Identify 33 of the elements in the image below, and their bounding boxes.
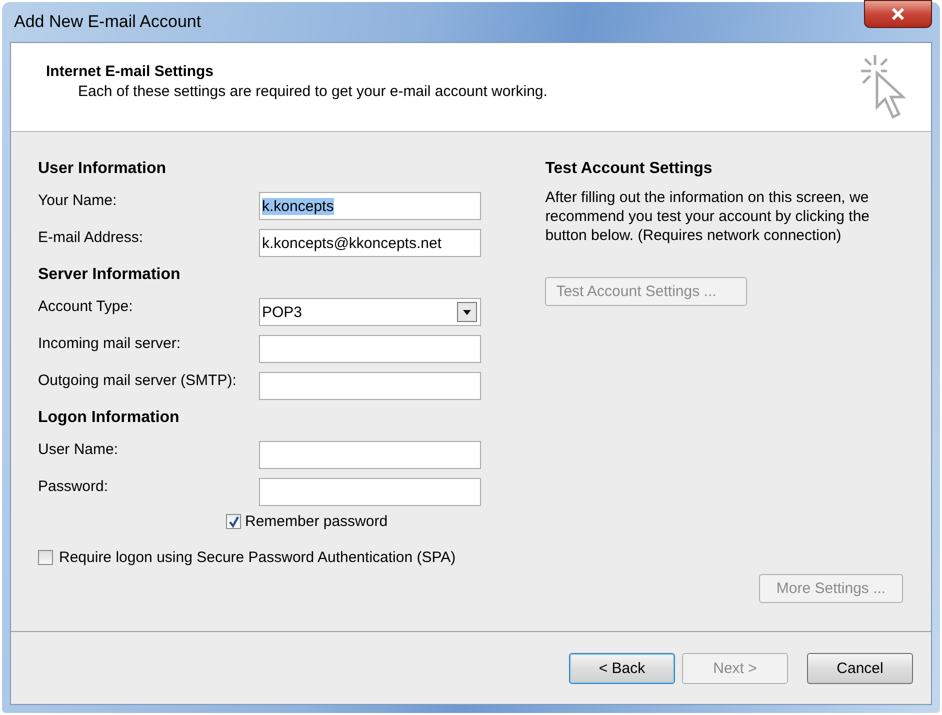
header-subtitle: Each of these settings are required to get your e-mail account working. (77, 83, 548, 100)
dialog-button[interactable]: Cancel (807, 652, 913, 684)
close-icon (890, 8, 906, 20)
field-label: Outgoing mail server (SMTP): (38, 372, 238, 389)
field-label: Incoming mail server: (38, 335, 182, 352)
input-field[interactable]: k.koncepts (259, 192, 481, 220)
dropdown[interactable]: POP3 (259, 298, 481, 326)
input-field[interactable] (259, 441, 481, 469)
dialog-button[interactable]: < Back (569, 652, 675, 684)
checkbox-label[interactable]: Remember password (245, 513, 388, 530)
section-heading: Logon Information (38, 409, 180, 428)
close-button[interactable] (864, 0, 932, 28)
window-title: Add New E-mail Account (13, 12, 202, 32)
field-value: k.koncepts@kkoncepts.net (262, 234, 442, 252)
field-label: User Name: (38, 441, 120, 458)
checkbox-label[interactable]: Require logon using Secure Password Authentication (SPA) (59, 549, 456, 566)
section-heading: Server Information (38, 266, 182, 285)
test-description: After filling out the information on this screen, we recommend you test your account by clicking the button below. (Requires network connection) (545, 188, 871, 245)
field-label: E-mail Address: (38, 229, 144, 246)
field-label: Password: (38, 478, 110, 495)
field-label: Account Type: (38, 298, 134, 315)
section-heading: User Information (38, 160, 168, 179)
field-value: POP3 (262, 304, 302, 320)
checkbox[interactable] (226, 514, 241, 529)
field-value: k.koncepts (262, 198, 334, 214)
section-heading: Test Account Settings (545, 160, 712, 179)
input-field[interactable]: k.koncepts@kkoncepts.net (259, 229, 481, 257)
checkbox[interactable] (38, 550, 53, 565)
input-field[interactable] (259, 335, 481, 363)
field-label: Your Name: (38, 192, 118, 209)
header-title: Internet E-mail Settings (46, 63, 215, 80)
input-field[interactable] (259, 478, 481, 506)
input-field[interactable] (259, 372, 481, 400)
